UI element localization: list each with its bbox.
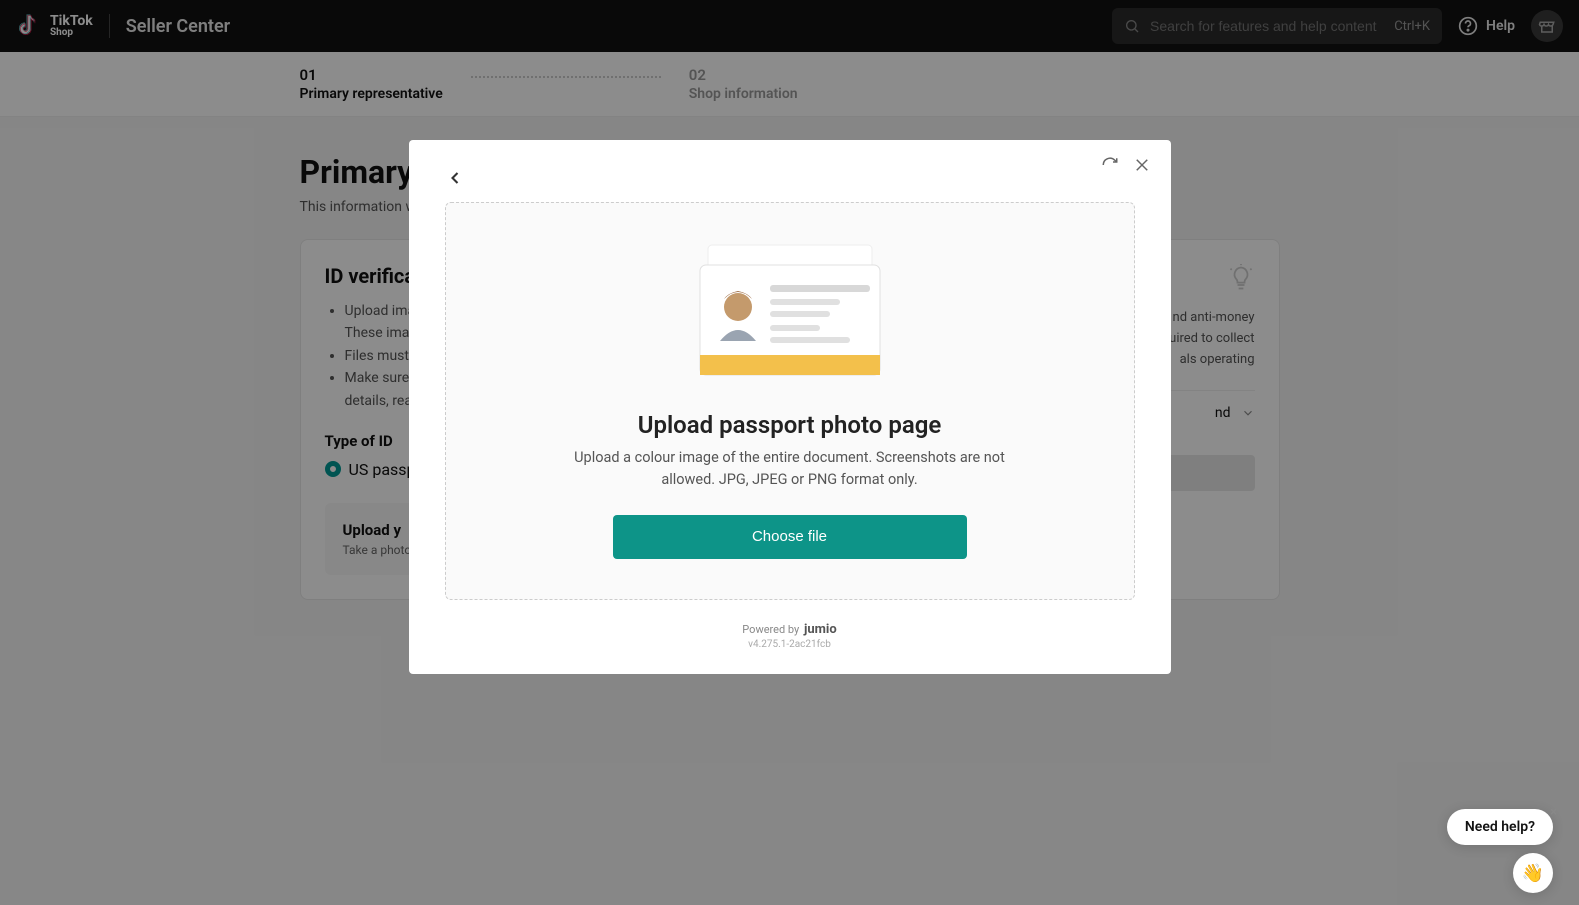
chevron-left-icon — [445, 168, 465, 188]
modal-overlay: Upload passport photo page Upload a colo… — [0, 0, 1579, 905]
close-icon — [1133, 156, 1151, 174]
chat-launcher-button[interactable]: 👋 — [1513, 853, 1553, 893]
refresh-icon — [1101, 156, 1119, 174]
refresh-button[interactable] — [1101, 156, 1119, 179]
upload-dropzone: Upload passport photo page Upload a colo… — [445, 202, 1135, 600]
version-text: v4.275.1-2ac21fcb — [445, 639, 1135, 650]
close-button[interactable] — [1133, 156, 1151, 179]
powered-by: Powered by jumio — [445, 622, 1135, 637]
back-button[interactable] — [445, 166, 465, 194]
id-card-illustration — [690, 237, 890, 387]
modal-description: Upload a colour image of the entire docu… — [560, 447, 1020, 491]
need-help-label: Need help? — [1465, 819, 1535, 835]
need-help-close[interactable]: × — [1550, 805, 1557, 820]
modal-title: Upload passport photo page — [486, 411, 1094, 439]
wave-icon: 👋 — [1522, 863, 1544, 884]
powered-prefix: Powered by — [742, 623, 799, 636]
upload-modal: Upload passport photo page Upload a colo… — [409, 140, 1171, 674]
powered-brand: jumio — [804, 622, 837, 637]
need-help-bubble[interactable]: Need help? × — [1447, 809, 1553, 845]
choose-file-button[interactable]: Choose file — [613, 515, 967, 559]
